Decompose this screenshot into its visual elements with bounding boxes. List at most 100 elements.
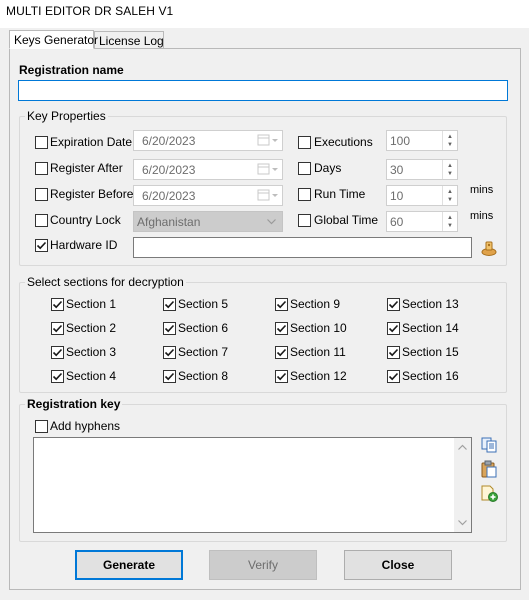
checkmark-icon — [164, 348, 175, 357]
global-time-value: 60 — [390, 215, 404, 229]
sections-label: Select sections for decryption — [25, 275, 186, 289]
section-7-label: Section 7 — [178, 345, 229, 359]
section-5-checkbox[interactable] — [163, 298, 176, 311]
verify-button[interactable]: Verify — [209, 550, 317, 580]
section-15-checkbox[interactable] — [387, 346, 400, 359]
run-time-spinner[interactable]: 10 ▲ ▼ — [386, 185, 458, 206]
tab-keys-generator[interactable]: Keys Generator — [9, 30, 98, 49]
run-time-label: Run Time — [314, 187, 366, 201]
spinner-arrows-icon[interactable]: ▲ ▼ — [442, 212, 457, 231]
hardware-id-input[interactable] — [133, 237, 472, 258]
spinner-arrows-icon[interactable]: ▲ ▼ — [442, 131, 457, 150]
days-checkbox[interactable] — [298, 162, 311, 175]
checkmark-icon — [388, 372, 399, 381]
spinner-arrows-icon[interactable]: ▲ ▼ — [442, 160, 457, 179]
checkmark-icon — [276, 372, 287, 381]
hardware-id-label: Hardware ID — [50, 238, 118, 252]
add-file-icon[interactable] — [480, 484, 498, 502]
checkmark-icon — [164, 372, 175, 381]
checkmark-icon — [52, 372, 63, 381]
registration-name-input[interactable] — [18, 80, 508, 101]
section-2-label: Section 2 — [66, 321, 117, 335]
section-5-label: Section 5 — [178, 297, 229, 311]
global-time-spinner[interactable]: 60 ▲ ▼ — [386, 211, 458, 232]
checkmark-icon — [52, 348, 63, 357]
section-16-label: Section 16 — [402, 369, 459, 383]
section-2-checkbox[interactable] — [51, 322, 64, 335]
global-time-checkbox[interactable] — [298, 214, 311, 227]
section-4-label: Section 4 — [66, 369, 117, 383]
checkmark-icon — [52, 324, 63, 333]
registration-key-label: Registration key — [25, 397, 123, 411]
close-button[interactable]: Close — [344, 550, 452, 580]
run-time-unit: mins — [470, 184, 494, 196]
checkmark-icon — [164, 324, 175, 333]
hardware-id-checkbox[interactable] — [35, 239, 48, 252]
section-1-checkbox[interactable] — [51, 298, 64, 311]
section-12-checkbox[interactable] — [275, 370, 288, 383]
expiration-date-label: Expiration Date — [50, 135, 133, 149]
register-after-checkbox[interactable] — [35, 162, 48, 175]
section-14-label: Section 14 — [402, 321, 459, 335]
section-6-label: Section 6 — [178, 321, 229, 335]
copy-icon[interactable] — [480, 436, 498, 454]
section-7-checkbox[interactable] — [163, 346, 176, 359]
executions-spinner[interactable]: 100 ▲ ▼ — [386, 130, 458, 151]
window-title: MULTI EDITOR DR SALEH V1 — [6, 4, 174, 18]
country-lock-value: Afghanistan — [137, 215, 201, 229]
vertical-scrollbar[interactable] — [454, 438, 471, 532]
section-1-label: Section 1 — [66, 297, 117, 311]
section-11-label: Section 11 — [290, 345, 346, 359]
section-12-label: Section 12 — [290, 369, 347, 383]
days-value: 30 — [390, 163, 404, 177]
section-8-label: Section 8 — [178, 369, 229, 383]
expiration-date-checkbox[interactable] — [35, 136, 48, 149]
section-3-checkbox[interactable] — [51, 346, 64, 359]
calendar-dropdown-icon — [257, 189, 278, 201]
register-after-label: Register After — [50, 161, 123, 175]
add-hyphens-checkbox[interactable] — [35, 420, 48, 433]
checkmark-icon — [36, 241, 47, 250]
section-16-checkbox[interactable] — [387, 370, 400, 383]
section-6-checkbox[interactable] — [163, 322, 176, 335]
checkmark-icon — [52, 300, 63, 309]
calendar-dropdown-icon — [257, 163, 278, 175]
checkmark-icon — [164, 300, 175, 309]
paste-icon[interactable] — [480, 460, 498, 478]
expiration-date-picker[interactable]: 6/20/2023 — [133, 130, 283, 151]
checkmark-icon — [276, 324, 287, 333]
registration-key-textarea[interactable] — [33, 437, 472, 533]
executions-label: Executions — [314, 135, 373, 149]
run-time-value: 10 — [390, 189, 404, 203]
run-time-checkbox[interactable] — [298, 188, 311, 201]
scroll-down-icon[interactable] — [458, 520, 467, 526]
country-lock-checkbox[interactable] — [35, 214, 48, 227]
section-15-label: Section 15 — [402, 345, 459, 359]
global-time-unit: mins — [470, 210, 494, 222]
spinner-arrows-icon[interactable]: ▲ ▼ — [442, 186, 457, 205]
register-before-label: Register Before — [50, 187, 134, 201]
hardware-fetch-icon[interactable] — [480, 239, 498, 257]
section-8-checkbox[interactable] — [163, 370, 176, 383]
calendar-dropdown-icon — [257, 134, 278, 146]
register-before-checkbox[interactable] — [35, 188, 48, 201]
section-13-checkbox[interactable] — [387, 298, 400, 311]
country-lock-select[interactable]: Afghanistan — [133, 211, 283, 232]
executions-checkbox[interactable] — [298, 136, 311, 149]
register-after-value: 6/20/2023 — [142, 163, 196, 177]
chevron-down-icon — [267, 219, 276, 225]
register-before-picker[interactable]: 6/20/2023 — [133, 185, 283, 206]
days-spinner[interactable]: 30 ▲ ▼ — [386, 159, 458, 180]
country-lock-label: Country Lock — [50, 213, 121, 227]
section-4-checkbox[interactable] — [51, 370, 64, 383]
section-11-checkbox[interactable] — [275, 346, 288, 359]
global-time-label: Global Time — [314, 213, 379, 227]
section-14-checkbox[interactable] — [387, 322, 400, 335]
section-10-checkbox[interactable] — [275, 322, 288, 335]
section-9-checkbox[interactable] — [275, 298, 288, 311]
generate-button[interactable]: Generate — [75, 550, 183, 580]
scroll-up-icon[interactable] — [458, 444, 467, 450]
register-after-picker[interactable]: 6/20/2023 — [133, 159, 283, 180]
days-label: Days — [314, 161, 342, 175]
expiration-date-value: 6/20/2023 — [142, 134, 196, 148]
